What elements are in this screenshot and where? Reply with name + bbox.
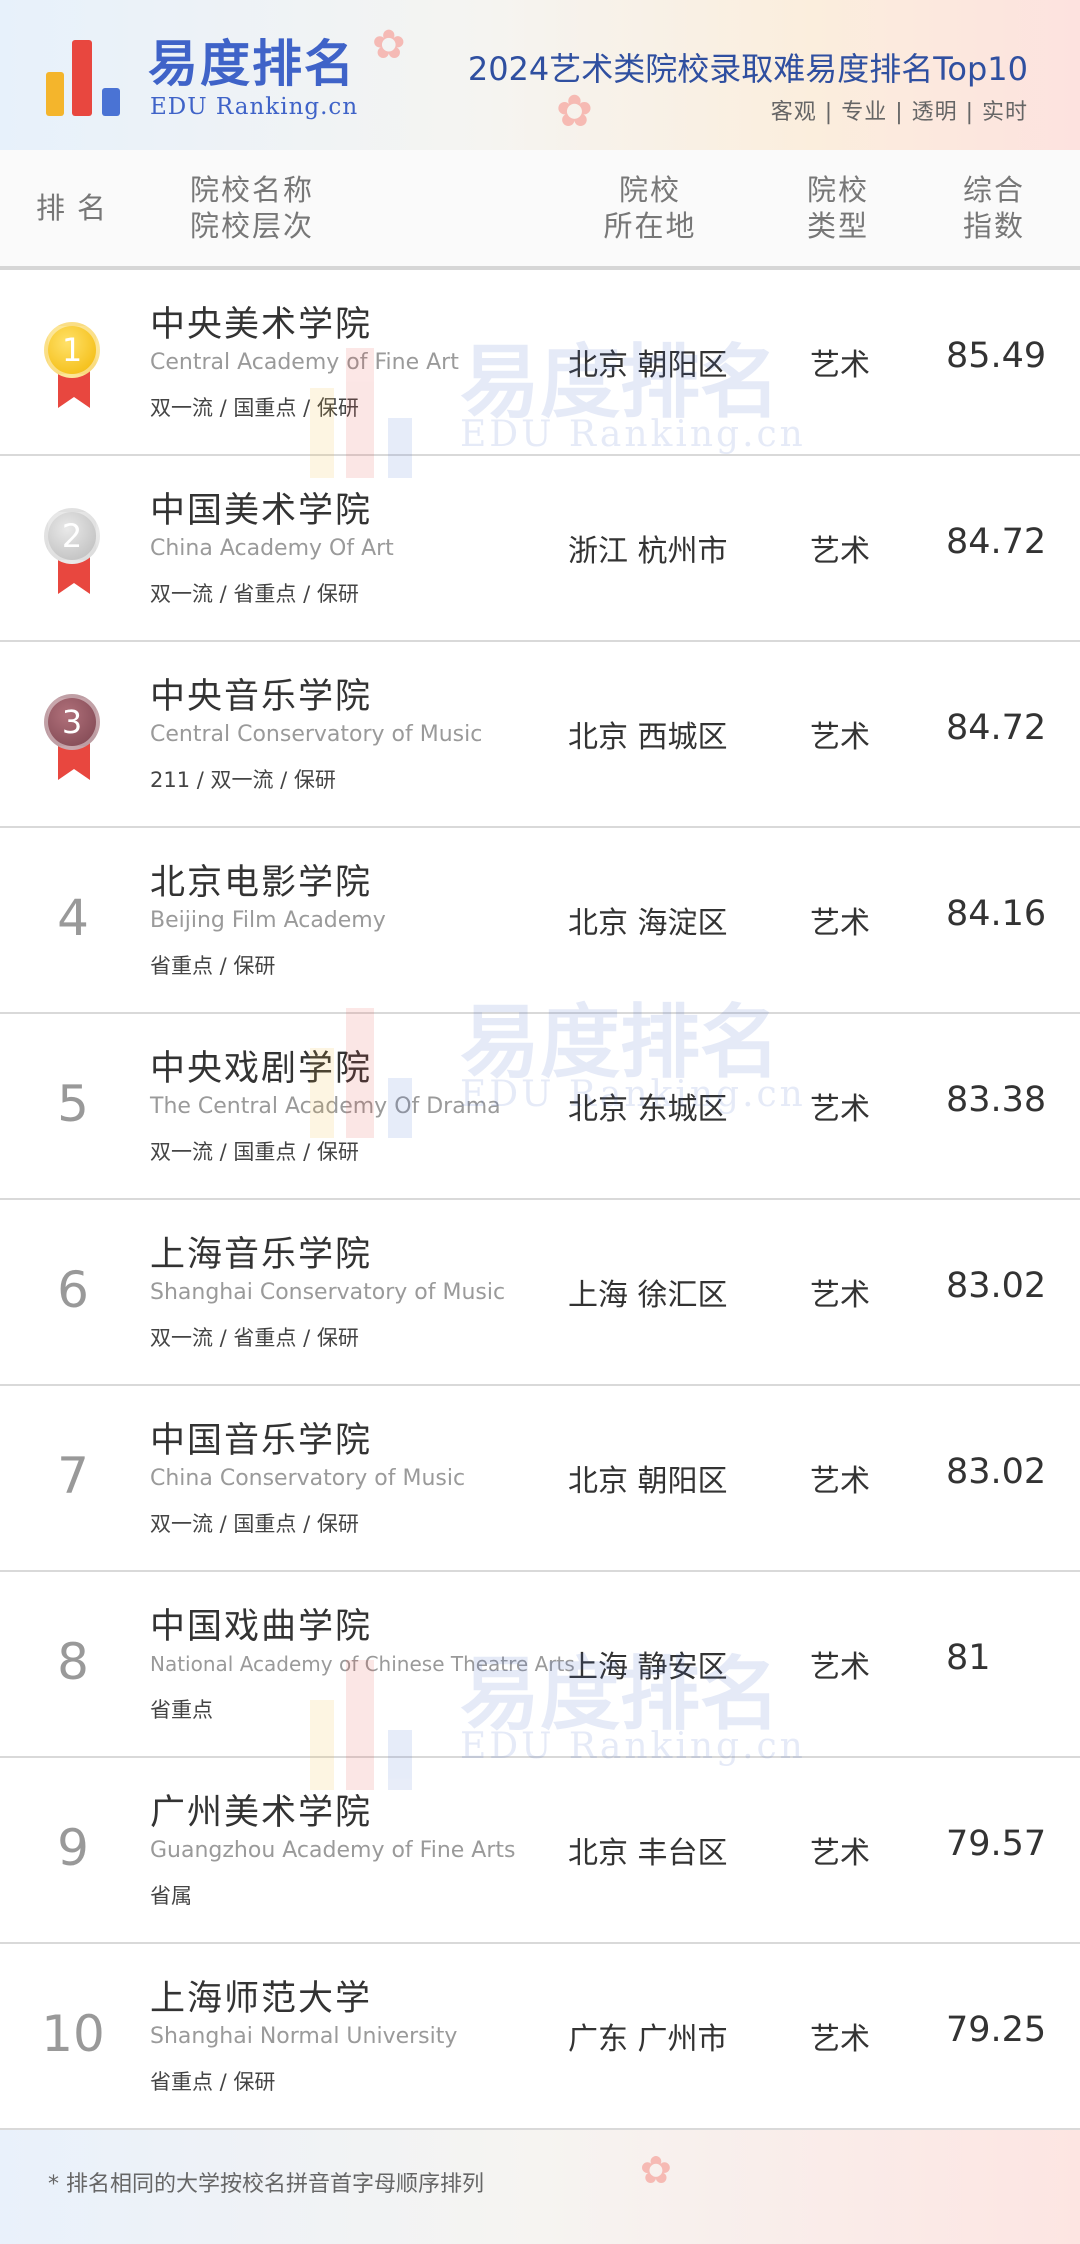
composite-index: 84.72 [946,708,1047,748]
university-type: 艺术 [810,1278,870,1313]
university-english-name: Guangzhou Academy of Fine Arts [150,1838,516,1863]
composite-index: 83.38 [946,1080,1047,1120]
university-name: 中国戏曲学院 [150,1607,373,1647]
rank-number: 7 [57,1447,89,1505]
university-type: 艺术 [810,1464,870,1499]
university-location: 北京 朝阳区 [568,348,728,383]
university-name: 北京电影学院 [150,863,373,903]
university-english-name: The Central Academy Of Drama [150,1094,501,1119]
university-location: 上海 静安区 [568,1650,728,1685]
rank-number: 9 [57,1819,89,1877]
university-location: 北京 西城区 [568,720,728,755]
university-level: 省属 [150,1884,192,1908]
column-location: 院校 所在地 [603,173,697,243]
university-level: 省重点 [150,1698,213,1722]
page-tags: 客观 | 专业 | 透明 | 实时 [770,100,1028,125]
university-type: 艺术 [810,1092,870,1127]
brand-name: 易度排名 [148,35,356,93]
table-row: 5 中央戏剧学院 The Central Academy Of Drama 双一… [0,1014,1080,1200]
university-type: 艺术 [810,2022,870,2057]
table-row: 4 北京电影学院 Beijing Film Academy 省重点 / 保研 北… [0,828,1080,1014]
composite-index: 83.02 [946,1452,1047,1492]
university-level: 211 / 双一流 / 保研 [150,768,336,792]
bronze-medal-icon: 3 [44,694,104,788]
university-level: 双一流 / 国重点 / 保研 [150,396,359,420]
rank-number: 6 [57,1261,89,1319]
university-english-name: Central Academy of Fine Art [150,350,459,375]
composite-index: 84.72 [946,522,1047,562]
university-level: 省重点 / 保研 [150,954,276,978]
column-name: 院校名称 院校层次 [190,173,315,243]
table-row: 8 中国戏曲学院 National Academy of Chinese The… [0,1572,1080,1758]
university-name: 上海音乐学院 [150,1235,373,1275]
university-name: 中国美术学院 [150,491,373,531]
university-name: 中央美术学院 [150,305,373,345]
page-title: 2024艺术类院校录取难易度排名Top10 [467,50,1028,88]
composite-index: 83.02 [946,1266,1047,1306]
rank-number: 5 [57,1075,89,1133]
university-location: 北京 丰台区 [568,1836,728,1871]
university-type: 艺术 [810,720,870,755]
table-row: 7 中国音乐学院 China Conservatory of Music 双一流… [0,1386,1080,1572]
column-type: 院校 类型 [806,173,869,243]
university-type: 艺术 [810,1836,870,1871]
column-index: 综合 指数 [962,173,1025,243]
university-type: 艺术 [810,348,870,383]
composite-index: 84.16 [946,894,1047,934]
flower-decoration-icon: ✿ [640,2148,672,2192]
flower-decoration-icon: ✿ [372,22,406,68]
flower-decoration-icon: ✿ [556,86,593,137]
university-level: 双一流 / 省重点 / 保研 [150,1326,359,1350]
composite-index: 79.57 [946,1824,1047,1864]
university-level: 双一流 / 省重点 / 保研 [150,582,359,606]
rank-number: 4 [57,889,89,947]
composite-index: 81 [946,1638,991,1678]
table-row: 1 中央美术学院 Central Academy of Fine Art 双一流… [0,270,1080,456]
composite-index: 79.25 [946,2010,1047,2050]
university-english-name: Beijing Film Academy [150,908,386,933]
university-level: 省重点 / 保研 [150,2070,276,2094]
university-type: 艺术 [810,906,870,941]
table-header: 排名 院校名称 院校层次 院校 所在地 院校 类型 综合 指数 [0,150,1080,270]
table-row: 9 广州美术学院 Guangzhou Academy of Fine Arts … [0,1758,1080,1944]
gold-medal-icon: 1 [44,322,104,416]
table-row: 6 上海音乐学院 Shanghai Conservatory of Music … [0,1200,1080,1386]
university-location: 北京 朝阳区 [568,1464,728,1499]
university-location: 北京 海淀区 [568,906,728,941]
composite-index: 85.49 [946,336,1047,376]
university-location: 北京 东城区 [568,1092,728,1127]
footnote: * 排名相同的大学按校名拼音首字母顺序排列 [48,2172,484,2197]
university-type: 艺术 [810,1650,870,1685]
table-row: 10 上海师范大学 Shanghai Normal University 省重点… [0,1944,1080,2130]
rank-number: 10 [41,2005,105,2063]
university-english-name: China Conservatory of Music [150,1466,466,1491]
university-name: 中国音乐学院 [150,1421,373,1461]
university-type: 艺术 [810,534,870,569]
university-location: 浙江 杭州市 [568,534,728,569]
university-english-name: China Academy Of Art [150,536,394,561]
page-footer: * 排名相同的大学按校名拼音首字母顺序排列 ✿ [0,2130,1080,2244]
ranking-table: 1 中央美术学院 Central Academy of Fine Art 双一流… [0,270,1080,2130]
university-name: 上海师范大学 [150,1979,373,2019]
rank-number: 8 [57,1633,89,1691]
brand-domain: EDU Ranking.cn [150,94,359,120]
page-header: 易度排名 EDU Ranking.cn ✿ ✿ 2024艺术类院校录取难易度排名… [0,0,1080,150]
university-level: 双一流 / 国重点 / 保研 [150,1140,359,1164]
university-english-name: National Academy of Chinese Theatre Arts [150,1652,575,1676]
silver-medal-icon: 2 [44,508,104,602]
university-name: 中央戏剧学院 [150,1049,373,1089]
university-level: 双一流 / 国重点 / 保研 [150,1512,359,1536]
university-english-name: Central Conservatory of Music [150,722,483,747]
university-location: 广东 广州市 [568,2022,728,2057]
table-row: 3 中央音乐学院 Central Conservatory of Music 2… [0,642,1080,828]
table-row: 2 中国美术学院 China Academy Of Art 双一流 / 省重点 … [0,456,1080,642]
university-location: 上海 徐汇区 [568,1278,728,1313]
column-rank: 排名 [36,191,119,225]
university-english-name: Shanghai Normal University [150,2024,458,2049]
university-name: 中央音乐学院 [150,677,373,717]
university-english-name: Shanghai Conservatory of Music [150,1280,506,1305]
university-name: 广州美术学院 [150,1793,373,1833]
brand-logo-icon [46,36,136,116]
